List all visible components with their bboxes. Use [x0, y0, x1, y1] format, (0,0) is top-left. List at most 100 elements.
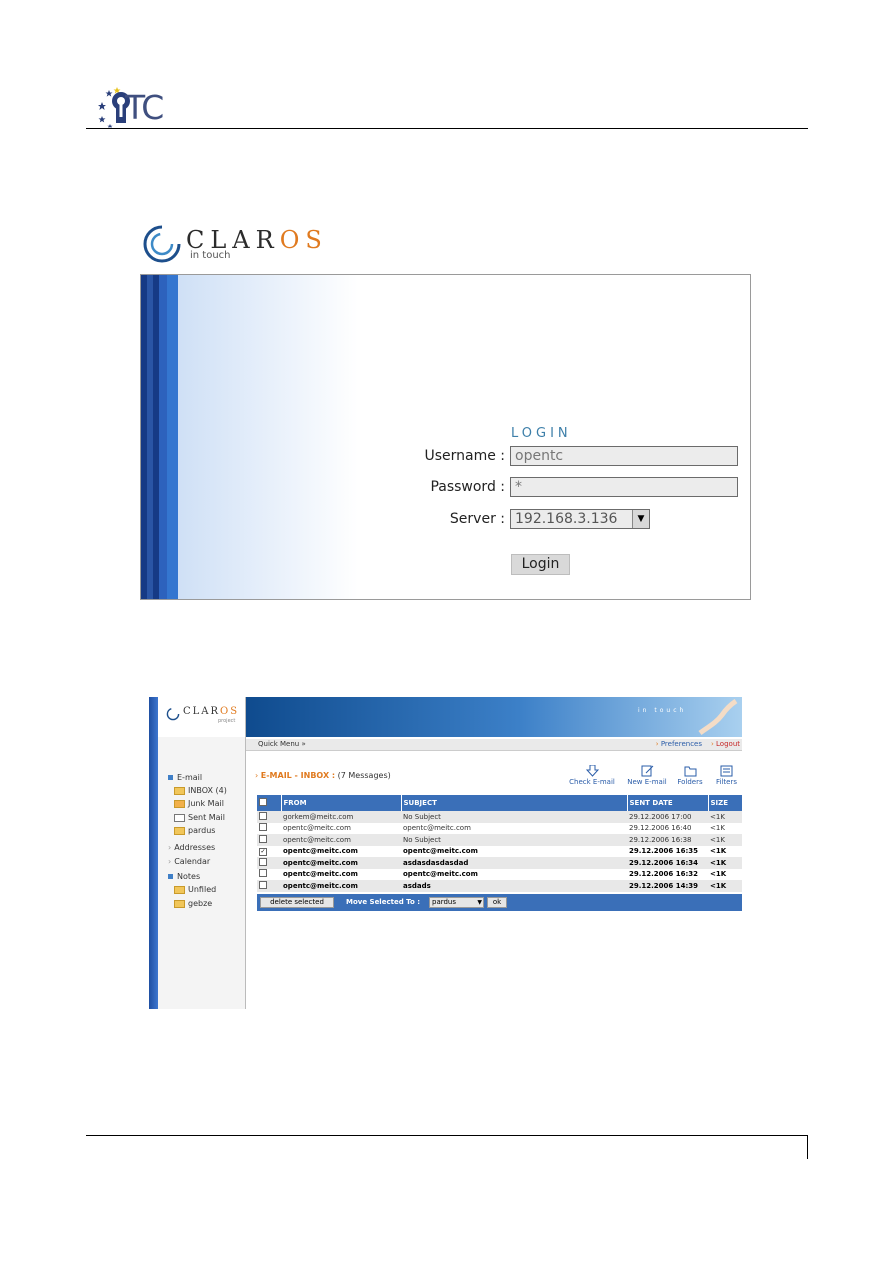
footer-rule — [86, 1135, 808, 1136]
col-subject[interactable]: SUBJECT — [401, 795, 628, 811]
row-checkbox[interactable] — [257, 811, 281, 823]
breadcrumb: › E-MAIL - INBOX : (7 Messages) — [255, 771, 391, 780]
row-date: 29.12.2006 16:32 — [629, 870, 699, 879]
table-row[interactable]: ✓ opentc@meitc.com opentc@meitc.com 29.12.2… — [257, 846, 742, 858]
login-button[interactable]: Login — [511, 554, 570, 575]
message-list: gorkem@meitc.com No Subject 29.12.2006 17:… — [257, 811, 742, 892]
row-checkbox[interactable] — [257, 857, 281, 869]
row-from: opentc@meitc.com — [283, 870, 358, 879]
server-select[interactable]: 192.168.3.136 ▼ — [510, 509, 650, 529]
sidebar-item-gebze[interactable]: gebze — [174, 899, 212, 908]
login-panel — [140, 274, 751, 600]
sidebar-item-sent[interactable]: Sent Mail — [174, 813, 225, 822]
checkbox[interactable]: ✓ — [259, 847, 267, 856]
row-subject: asdads — [401, 880, 627, 892]
table-row[interactable]: opentc@meitc.com No Subject 29.12.2006 16:… — [257, 834, 742, 846]
footer-rule-vertical — [807, 1135, 808, 1159]
mail-sidebar — [158, 697, 246, 1009]
row-subject: asdasdasdasdad — [401, 857, 627, 869]
mail-left-stripe — [149, 697, 158, 1009]
checkbox[interactable] — [259, 823, 267, 832]
email-section-icon — [168, 775, 173, 780]
preferences-link[interactable]: › Preferences — [656, 740, 702, 748]
move-ok-button[interactable]: ok — [487, 897, 507, 908]
login-title: LOGIN — [511, 426, 572, 441]
row-from: opentc@meitc.com — [281, 857, 401, 869]
username-input[interactable]: opentc — [510, 446, 738, 466]
new-email-button[interactable]: New E-mail — [625, 765, 669, 786]
row-date: 29.12.2006 16:35 — [629, 847, 699, 856]
mail-brand-os: OS — [220, 706, 240, 717]
row-checkbox[interactable] — [257, 823, 281, 835]
table-row[interactable]: opentc@meitc.com asdads 29.12.2006 14:39 <1… — [257, 880, 742, 892]
sidebar-item-notes[interactable]: Notes — [168, 872, 200, 881]
folder-open-icon — [684, 766, 696, 777]
sidebar-item-inbox[interactable]: INBOX (4) — [174, 786, 227, 795]
claros-login-logo: CLAROS in touch — [142, 222, 322, 268]
row-date: 29.12.2006 16:38 — [627, 834, 708, 846]
move-label: Move Selected To : — [346, 898, 421, 906]
compose-icon — [641, 765, 653, 777]
mail-logo: CLAROS project — [158, 697, 245, 737]
bulk-action-bar: delete selected Move Selected To : pardu… — [257, 894, 742, 911]
row-size: <1K — [708, 880, 742, 892]
checkbox[interactable] — [259, 811, 267, 820]
row-size: <1K — [708, 834, 742, 846]
logout-link[interactable]: › Logout — [711, 740, 740, 748]
row-subject: opentc@meitc.com — [403, 824, 471, 833]
sidebar-item-junk[interactable]: Junk Mail — [174, 799, 224, 808]
junk-folder-icon — [174, 799, 185, 808]
table-row[interactable]: gorkem@meitc.com No Subject 29.12.2006 17:… — [257, 811, 742, 823]
row-subject: No Subject — [401, 811, 627, 823]
filters-button[interactable]: Filters — [713, 765, 740, 786]
move-target-select[interactable]: pardus ▼ — [429, 897, 484, 908]
mail-brand-sub: project — [218, 718, 236, 724]
sidebar-item-email[interactable]: E-mail — [168, 773, 202, 782]
password-input[interactable]: * — [510, 477, 738, 497]
check-email-button[interactable]: Check E-mail — [569, 765, 615, 786]
row-size: <1K — [710, 824, 725, 833]
col-size[interactable]: SIZE — [708, 795, 742, 811]
table-row[interactable]: opentc@meitc.com opentc@meitc.com 29.12.20… — [257, 869, 742, 881]
mail-brand-clar: CLAR — [183, 706, 221, 717]
chevron-down-icon[interactable]: ▼ — [632, 510, 649, 528]
delete-selected-button[interactable]: delete selected — [260, 897, 334, 908]
brand-tagline: in touch — [190, 250, 231, 261]
sidebar-item-pardus[interactable]: pardus — [174, 826, 215, 835]
checkbox[interactable] — [259, 880, 267, 889]
col-date[interactable]: SENT DATE — [627, 795, 709, 811]
header-rule — [86, 128, 808, 129]
row-size: <1K — [708, 857, 742, 869]
folder-icon — [174, 885, 185, 894]
row-date: 29.12.2006 17:00 — [627, 811, 708, 823]
server-value: 192.168.3.136 — [515, 511, 618, 527]
table-row[interactable]: opentc@meitc.com asdasdasdasdad 29.12.2006… — [257, 857, 742, 869]
checkbox[interactable] — [259, 834, 267, 843]
checkbox[interactable] — [259, 869, 267, 878]
quick-menu-bar: Quick Menu » › Preferences › Logout — [246, 739, 742, 751]
header-tagline: in touch — [638, 707, 687, 714]
sidebar-item-calendar[interactable]: › Calendar — [168, 857, 210, 866]
select-all-checkbox[interactable] — [257, 795, 282, 811]
row-checkbox[interactable] — [257, 880, 281, 892]
sidebar-item-unfiled[interactable]: Unfiled — [174, 885, 216, 894]
col-from[interactable]: FROM — [281, 795, 402, 811]
filter-icon — [720, 765, 733, 777]
row-checkbox[interactable]: ✓ — [257, 846, 281, 858]
webmail-window: CLAROS project in touch Quick Menu » › P… — [149, 697, 742, 1009]
row-size: <1K — [710, 870, 727, 879]
quick-menu[interactable]: Quick Menu » — [258, 740, 306, 748]
table-row[interactable]: opentc@meitc.com opentc@meitc.com 29.12.20… — [257, 823, 742, 835]
row-checkbox[interactable] — [257, 869, 281, 881]
folder-icon — [174, 899, 185, 908]
folders-button[interactable]: Folders — [675, 765, 705, 786]
table-header: FROM SUBJECT SENT DATE SIZE — [257, 795, 742, 811]
row-subject: opentc@meitc.com — [403, 847, 478, 856]
row-from: opentc@meitc.com — [281, 880, 401, 892]
row-date: 29.12.2006 16:40 — [629, 824, 692, 833]
sidebar-item-addresses[interactable]: › Addresses — [168, 843, 215, 852]
mail-header-banner: in touch — [246, 697, 742, 737]
checkbox[interactable] — [259, 857, 267, 866]
row-checkbox[interactable] — [257, 834, 281, 846]
row-size: <1K — [710, 847, 727, 856]
